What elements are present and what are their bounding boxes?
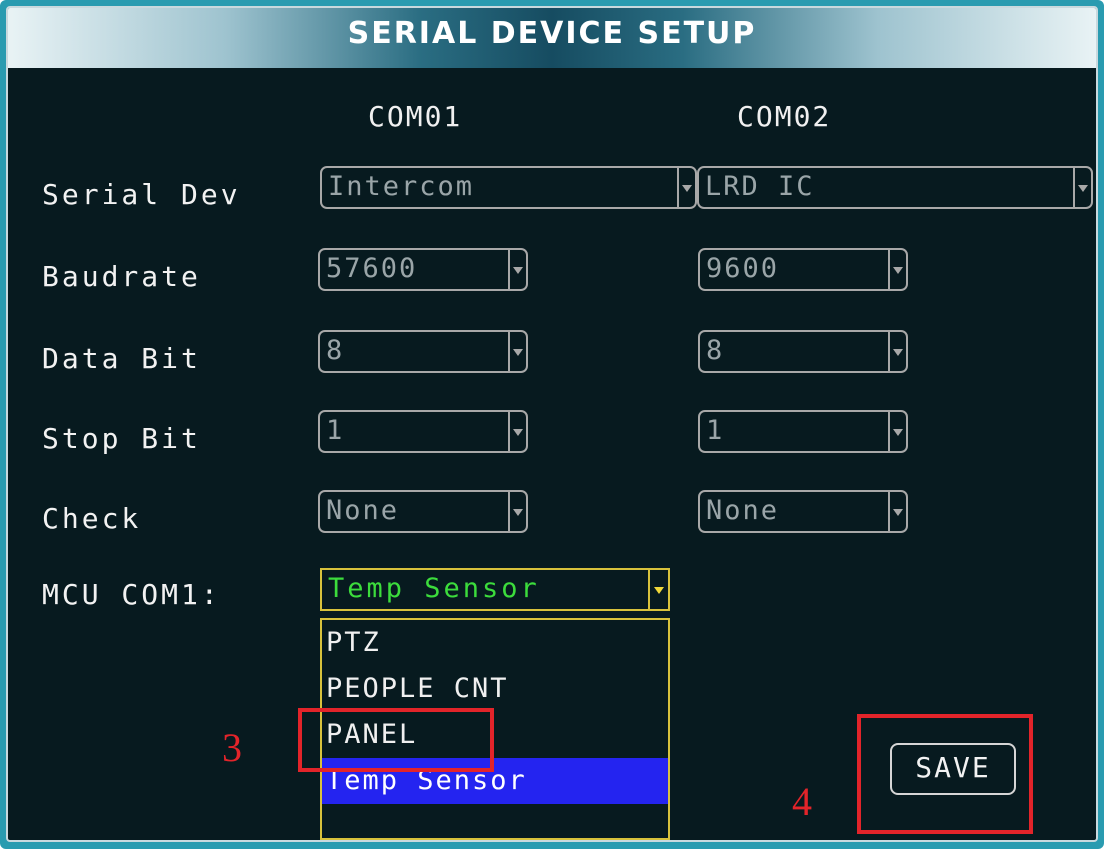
check-com01-select[interactable]: None [318, 490, 528, 533]
chevron-down-icon[interactable] [888, 412, 906, 451]
data-bit-com02-select[interactable]: 8 [698, 330, 908, 373]
stop-bit-com02-select[interactable]: 1 [698, 410, 908, 453]
chevron-down-icon[interactable] [508, 412, 526, 451]
check-com02-select[interactable]: None [698, 490, 908, 533]
data-bit-com01-value: 8 [326, 335, 345, 366]
serial-dev-label: Serial Dev [42, 178, 241, 211]
baudrate-com01-select[interactable]: 57600 [318, 248, 528, 291]
serial-device-setup-panel: SERIAL DEVICE SETUP COM01 COM02 Serial D… [6, 6, 1098, 842]
column-header-com02: COM02 [737, 100, 832, 133]
title-bar: SERIAL DEVICE SETUP [8, 8, 1096, 68]
serial-dev-com01-select[interactable]: Intercom [320, 166, 697, 209]
dropdown-option-people-cnt[interactable]: PEOPLE CNT [322, 666, 668, 712]
stop-bit-com02-value: 1 [706, 415, 725, 446]
column-header-com01: COM01 [368, 100, 463, 133]
serial-dev-com02-select[interactable]: LRD IC [697, 166, 1093, 209]
serial-dev-com01-value: Intercom [328, 171, 475, 202]
chevron-down-icon[interactable] [508, 332, 526, 371]
stop-bit-label: Stop Bit [42, 422, 201, 455]
chevron-down-icon[interactable] [648, 570, 668, 609]
annotation-step-4: 4 [792, 779, 812, 824]
check-label: Check [42, 502, 142, 535]
dropdown-option-ptz[interactable]: PTZ [322, 620, 668, 666]
mcu-com1-value: Temp Sensor [328, 573, 540, 604]
data-bit-com02-value: 8 [706, 335, 725, 366]
chevron-down-icon[interactable] [508, 492, 526, 531]
chevron-down-icon[interactable] [508, 250, 526, 289]
stop-bit-com01-value: 1 [326, 415, 345, 446]
data-bit-label: Data Bit [42, 342, 201, 375]
baudrate-com02-select[interactable]: 9600 [698, 248, 908, 291]
chevron-down-icon[interactable] [888, 332, 906, 371]
baudrate-com02-value: 9600 [706, 253, 780, 284]
chevron-down-icon[interactable] [888, 492, 906, 531]
chevron-down-icon[interactable] [1073, 168, 1091, 207]
data-bit-com01-select[interactable]: 8 [318, 330, 528, 373]
baudrate-com01-value: 57600 [326, 253, 418, 284]
window-frame: SERIAL DEVICE SETUP COM01 COM02 Serial D… [0, 0, 1104, 849]
stop-bit-com01-select[interactable]: 1 [318, 410, 528, 453]
mcu-com1-label: MCU COM1: [42, 578, 221, 611]
chevron-down-icon[interactable] [677, 168, 695, 207]
serial-dev-com02-value: LRD IC [705, 171, 815, 202]
check-com01-value: None [326, 495, 400, 526]
annotation-highlight-panel [298, 708, 494, 772]
annotation-highlight-save [857, 714, 1033, 834]
window-title: SERIAL DEVICE SETUP [347, 16, 757, 51]
annotation-step-3: 3 [222, 725, 242, 770]
mcu-com1-select[interactable]: Temp Sensor [320, 568, 670, 611]
baudrate-label: Baudrate [42, 260, 201, 293]
chevron-down-icon[interactable] [888, 250, 906, 289]
check-com02-value: None [706, 495, 780, 526]
